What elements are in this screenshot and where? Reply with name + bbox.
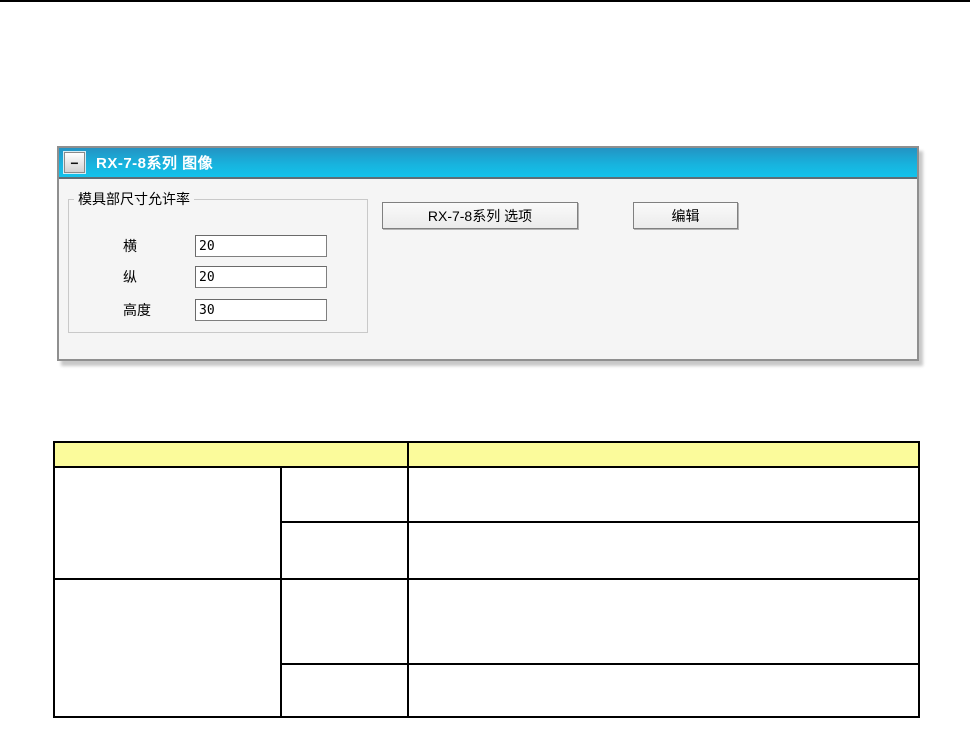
height-input[interactable] [195,299,327,321]
table-header-cell-left [53,441,409,468]
data-table [53,441,920,718]
top-divider-rule [0,0,970,2]
field-row-height: 高度 [123,299,327,321]
table-cell[interactable] [407,578,920,665]
screen: − RX-7-8系列 图像 模具部尺寸允许率 横 纵 高度 RX- [0,0,970,739]
table-cell[interactable] [407,521,920,580]
rx78-image-panel: − RX-7-8系列 图像 模具部尺寸允许率 横 纵 高度 RX- [57,146,919,361]
field-row-vertical: 纵 [123,266,327,288]
panel-title: RX-7-8系列 图像 [96,155,214,172]
mold-size-allowance-groupbox: 模具部尺寸允许率 横 纵 高度 [68,191,368,333]
vertical-input[interactable] [195,266,327,288]
collapse-minus-icon[interactable]: − [64,152,85,173]
horizontal-label: 横 [123,238,137,254]
table-cell[interactable] [280,578,409,665]
field-row-horizontal: 横 [123,235,327,257]
table-cell[interactable] [280,466,409,523]
table-row [53,466,920,580]
panel-body: 模具部尺寸允许率 横 纵 高度 RX-7-8系列 选项 编辑 [59,179,917,357]
table-header-cell-right [407,441,920,468]
table-cell-group2-col1[interactable] [53,578,282,718]
table-row [53,578,920,718]
edit-button[interactable]: 编辑 [633,202,738,229]
horizontal-input[interactable] [195,235,327,257]
table-cell[interactable] [407,466,920,523]
rx78-options-button[interactable]: RX-7-8系列 选项 [382,202,578,229]
groupbox-title: 模具部尺寸允许率 [74,191,194,207]
table-cell[interactable] [280,521,409,580]
height-label: 高度 [123,302,151,318]
table-cell[interactable] [280,663,409,718]
table-cell[interactable] [407,663,920,718]
table-header-row [53,441,920,468]
panel-titlebar: − RX-7-8系列 图像 [59,148,917,179]
table-cell-group1-col1[interactable] [53,466,282,580]
vertical-label: 纵 [123,269,137,285]
